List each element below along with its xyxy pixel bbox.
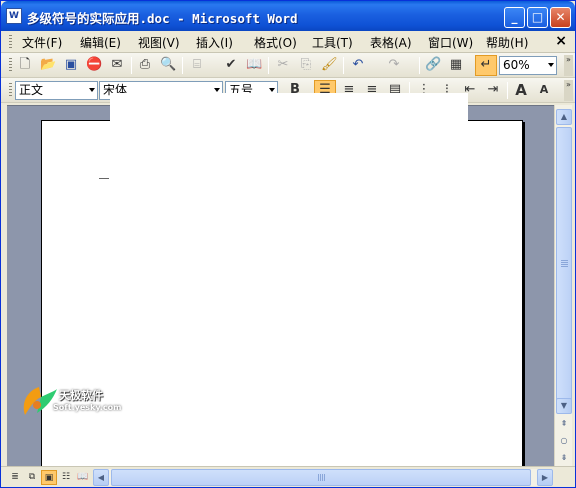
email-icon[interactable]: ✉ (109, 57, 125, 73)
copy-icon[interactable]: ⎘ (298, 57, 314, 73)
watermark-name: 天极软件 (59, 389, 103, 402)
web-layout-icon[interactable]: ⧉ (24, 470, 40, 485)
zoom-value: 60% (503, 58, 530, 72)
spelling-icon[interactable]: ✔ (223, 57, 239, 73)
print-icon[interactable]: ⎙ (137, 57, 153, 73)
normal-view-icon[interactable]: ≣ (7, 470, 23, 485)
word-app-icon[interactable]: W (6, 8, 22, 24)
select-browse-object-button[interactable]: ○ (556, 434, 572, 450)
permission-icon[interactable]: ⛔ (86, 57, 102, 73)
formatting-toolbar-grip[interactable] (9, 83, 12, 97)
standard-toolbar: 🗋 📂 ▣ ⛔ ✉ ⎙ 🔍 ⌸ ✔ 📖 ✂ ⎘ 🖌 ↶ ↷ 🔗 ▦ ↵ 60% … (1, 53, 575, 78)
tables-borders-icon[interactable]: ▦ (448, 57, 464, 73)
chevron-down-icon (89, 88, 95, 92)
shrink-font-icon[interactable]: A (536, 82, 552, 98)
chevron-down-icon (548, 63, 554, 67)
outline-view-icon[interactable]: ☷ (58, 470, 74, 485)
word-window: W 多级符号的实际应用.doc - Microsoft Word _ □ ✕ 文… (0, 0, 576, 488)
insert-hyperlink-icon[interactable]: 🔗 (425, 57, 441, 73)
next-page-button[interactable]: ⇟ (556, 451, 572, 467)
toolbar-separator (131, 57, 132, 74)
format-painter-icon[interactable]: 🖌 (321, 57, 338, 73)
scroll-up-button[interactable]: ▲ (556, 109, 572, 125)
toolbar-separator (419, 57, 420, 74)
menu-help[interactable]: 帮助(H) (486, 34, 528, 51)
menu-window[interactable]: 窗口(W) (428, 34, 473, 51)
vertical-scroll-thumb[interactable] (556, 127, 572, 403)
research-book-icon[interactable]: 📖 (246, 57, 262, 73)
undo-icon[interactable]: ↶ (350, 57, 366, 73)
close-document-button[interactable]: × (555, 33, 567, 49)
horizontal-scroll-thumb[interactable] (111, 469, 531, 486)
increase-indent-icon[interactable]: ⇥ (485, 82, 501, 98)
scroll-right-button[interactable]: ▶ (537, 469, 553, 486)
close-button[interactable]: ✕ (550, 7, 571, 28)
watermark-url: Soft.yesky.com (53, 403, 122, 412)
toolbar-separator (343, 57, 344, 74)
show-hide-icon: ↵ (480, 57, 492, 72)
scroll-left-button[interactable]: ◀ (93, 469, 109, 486)
redo-icon[interactable]: ↷ (386, 57, 402, 73)
menu-insert[interactable]: 插入(I) (196, 34, 233, 51)
toolbar-options-icon[interactable]: » (564, 80, 573, 101)
menu-bar: 文件(F) 编辑(E) 视图(V) 插入(I) 格式(O) 工具(T) 表格(A… (1, 31, 575, 53)
chevron-down-icon (269, 88, 275, 92)
blank-overlay (110, 93, 468, 123)
scroll-down-button[interactable]: ▼ (556, 398, 572, 414)
vertical-ruler-strip (5, 105, 7, 466)
research-icon[interactable]: ⌸ (189, 57, 205, 73)
maximize-button[interactable]: □ (527, 7, 548, 28)
print-preview-icon[interactable]: 🔍 (160, 57, 176, 73)
menu-view[interactable]: 视图(V) (138, 34, 180, 51)
thumb-grip (318, 474, 326, 481)
toolbar-separator (182, 57, 183, 74)
previous-page-button[interactable]: ⇞ (556, 417, 572, 433)
bottom-bar: ≣ ⧉ ▣ ☷ 📖 ◀ ▶ (1, 466, 575, 487)
style-dropdown[interactable]: 正文 (15, 81, 98, 100)
standard-toolbar-grip[interactable] (9, 58, 12, 72)
chevron-down-icon (214, 88, 220, 92)
vertical-scrollbar[interactable]: ▲ ▼ ⇞ ○ ⇟ (554, 105, 572, 466)
minimize-button[interactable]: _ (504, 7, 525, 28)
menu-table[interactable]: 表格(A) (370, 34, 412, 51)
title-bar[interactable]: W 多级符号的实际应用.doc - Microsoft Word _ □ ✕ (1, 1, 575, 31)
toolbar-separator (268, 57, 269, 74)
menu-file[interactable]: 文件(F) (22, 34, 62, 51)
menubar-grip[interactable] (9, 35, 12, 49)
toolbar-separator (507, 82, 508, 99)
menu-tools[interactable]: 工具(T) (312, 34, 353, 51)
new-document-icon[interactable]: 🗋 (17, 57, 33, 73)
save-icon[interactable]: ▣ (63, 57, 79, 73)
grow-font-icon[interactable]: A (513, 82, 529, 98)
menu-edit[interactable]: 编辑(E) (80, 34, 121, 51)
open-folder-icon[interactable]: 📂 (40, 57, 56, 73)
cut-icon[interactable]: ✂ (275, 57, 291, 73)
reading-layout-icon[interactable]: 📖 (75, 470, 91, 485)
menu-format[interactable]: 格式(O) (254, 34, 297, 51)
thumb-grip (561, 260, 568, 268)
show-hide-button[interactable]: ↵ (475, 55, 497, 76)
style-value: 正文 (19, 83, 44, 97)
print-layout-icon[interactable]: ▣ (41, 470, 57, 485)
watermark-logo: 天极软件 Soft.yesky.com (19, 385, 122, 421)
toolbar-options-icon[interactable]: » (564, 55, 573, 76)
text-cursor-mark (99, 178, 109, 179)
horizontal-scrollbar[interactable]: ◀ ▶ (93, 469, 553, 486)
window-title: 多级符号的实际应用.doc - Microsoft Word (27, 11, 298, 26)
zoom-dropdown[interactable]: 60% (499, 56, 557, 75)
